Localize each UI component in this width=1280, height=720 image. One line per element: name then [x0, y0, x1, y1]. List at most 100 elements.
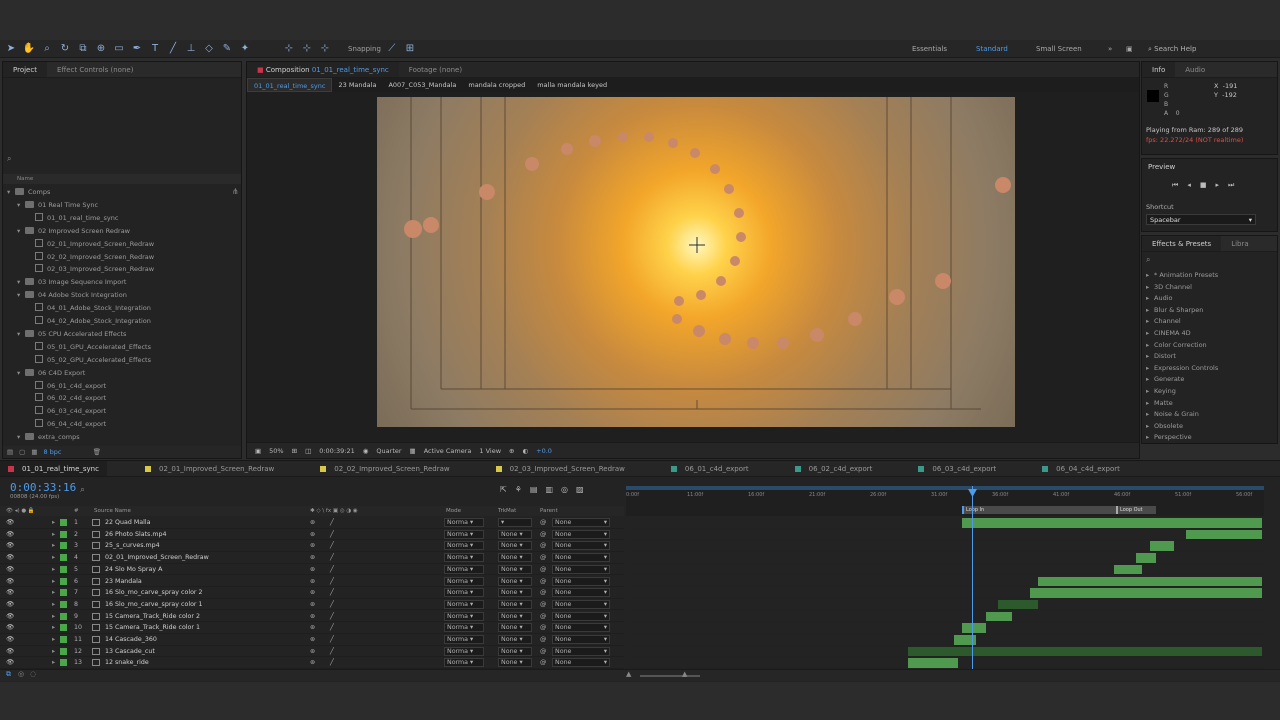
- layer-switch-icon[interactable]: ⊛: [310, 634, 315, 646]
- layer-duration-bar[interactable]: [1038, 576, 1262, 587]
- camera-select[interactable]: Active Camera: [424, 447, 472, 455]
- quality-switch-icon[interactable]: ╱: [330, 634, 334, 646]
- trkmat-select[interactable]: None ▾: [498, 635, 532, 644]
- quality-switch-icon[interactable]: ╱: [330, 611, 334, 623]
- quality-switch-icon[interactable]: ╱: [330, 646, 334, 658]
- layer-row[interactable]: 👁 ▸ 3 25_s_curves.mp4 ⊛ ╱ Norma ▾ None ▾ @ None ▾: [0, 540, 624, 552]
- last-frame-icon[interactable]: ⏭: [1228, 181, 1234, 190]
- zoom-select[interactable]: 50%: [269, 447, 283, 455]
- loop-out-marker[interactable]: Loop Out: [1116, 506, 1156, 514]
- layer-switch-icon[interactable]: ⊛: [310, 646, 315, 658]
- layer-row[interactable]: 👁 ▸ 7 16 Slo_mo_carve_spray color 2 ⊛ ╱ Norma …: [0, 587, 624, 599]
- project-folder[interactable]: ▾ Comps: [7, 186, 50, 199]
- time-ruler[interactable]: 0:00f 11:00f 16:00f 21:00f 26:00f 31:00f 36:00…: [626, 486, 1264, 516]
- tab-effect-controls[interactable]: Effect Controls (none): [47, 62, 143, 77]
- breadcrumb-item[interactable]: 23 Mandala: [332, 78, 382, 92]
- layer-row[interactable]: 👁 ▸ 4 02_01_Improved_Screen_Redraw ⊛ ╱ Norma ▾…: [0, 552, 624, 564]
- project-folder[interactable]: ▾ 03 Image Sequence Import: [17, 276, 126, 289]
- visibility-eye-icon[interactable]: 👁: [6, 517, 14, 529]
- layer-track[interactable]: [626, 540, 1264, 552]
- zoom-tool-icon[interactable]: ⌕: [40, 42, 54, 56]
- project-comp-item[interactable]: 06_04_c4d_export: [27, 418, 106, 431]
- comp-flowchart-icon[interactable]: ⧉: [6, 670, 11, 679]
- pickwhip-icon[interactable]: @: [540, 646, 546, 658]
- timeline-search-icon[interactable]: ⌕: [80, 485, 85, 495]
- shortcut-select[interactable]: Spacebar ▾: [1146, 214, 1256, 225]
- mode-select[interactable]: Norma ▾: [444, 564, 484, 574]
- parent-select[interactable]: None ▾: [552, 658, 610, 668]
- always-preview-icon[interactable]: ▣: [255, 447, 261, 455]
- expand-triangle-icon[interactable]: ▸: [52, 611, 55, 623]
- visibility-eye-icon[interactable]: 👁: [6, 622, 14, 634]
- pickwhip-icon[interactable]: @: [540, 564, 546, 576]
- label-color-swatch[interactable]: [60, 647, 67, 655]
- workspace-standard[interactable]: Standard: [976, 40, 1008, 58]
- rectangle-tool-icon[interactable]: ▭: [112, 42, 126, 56]
- project-comp-item[interactable]: 06_02_c4d_export: [27, 392, 106, 405]
- expand-triangle-icon[interactable]: ▸: [52, 564, 55, 576]
- expand-triangle-icon[interactable]: ▾: [17, 431, 25, 444]
- layer-switch-icon[interactable]: ⊛: [310, 611, 315, 623]
- brush-tool-icon[interactable]: ╱: [166, 42, 180, 56]
- project-comp-item[interactable]: 05_02_GPU_Accelerated_Effects: [27, 354, 151, 367]
- quality-switch-icon[interactable]: ╱: [330, 529, 334, 541]
- mode-select[interactable]: Norma ▾: [444, 541, 484, 551]
- layer-duration-bar[interactable]: [1030, 588, 1262, 598]
- layer-name[interactable]: 22 Quad Malla: [105, 517, 150, 529]
- mode-select[interactable]: Norma ▾: [444, 588, 484, 598]
- parent-select[interactable]: None ▾: [552, 646, 610, 656]
- pickwhip-icon[interactable]: @: [540, 611, 546, 623]
- project-comp-item[interactable]: 02_02_Improved_Screen_Redraw: [27, 251, 154, 264]
- quality-switch-icon[interactable]: ╱: [330, 552, 334, 564]
- playhead[interactable]: [972, 486, 973, 669]
- trkmat-select[interactable]: None ▾: [498, 588, 532, 598]
- layer-name[interactable]: 16 Slo_mo_carve_spray color 1: [105, 599, 203, 611]
- layer-track[interactable]: [626, 529, 1264, 541]
- mode-select[interactable]: Norma ▾: [444, 518, 484, 527]
- timeline-tab[interactable]: 06_04_c4d_export: [1034, 461, 1128, 476]
- timeline-tab[interactable]: 06_02_c4d_export: [787, 461, 881, 476]
- trkmat-select[interactable]: None ▾: [498, 611, 532, 621]
- expand-triangle-icon[interactable]: ▾: [17, 225, 25, 238]
- prev-frame-icon[interactable]: ◂: [1187, 181, 1191, 190]
- trkmat-select[interactable]: ▾: [498, 518, 532, 527]
- trkmat-select[interactable]: None ▾: [498, 564, 532, 574]
- label-color-swatch[interactable]: [60, 600, 67, 608]
- parent-select[interactable]: None ▾: [552, 518, 610, 527]
- layer-switch-icon[interactable]: ⊛: [310, 587, 315, 599]
- layer-track[interactable]: [626, 622, 1264, 634]
- exposure-value[interactable]: +0.0: [536, 447, 552, 455]
- label-color-swatch[interactable]: [60, 577, 67, 585]
- mode-select[interactable]: Norma ▾: [444, 635, 484, 644]
- snapping-label[interactable]: Snapping: [348, 45, 381, 53]
- mode-select[interactable]: Norma ▾: [444, 576, 484, 586]
- quality-switch-icon[interactable]: ╱: [330, 576, 334, 588]
- layer-name[interactable]: 24 Slo Mo Spray A: [105, 564, 162, 576]
- layer-switch-icon[interactable]: ⊛: [310, 657, 315, 669]
- new-comp-icon[interactable]: ▦: [31, 446, 37, 458]
- expand-triangle-icon[interactable]: ▾: [17, 276, 25, 289]
- layer-switch-icon[interactable]: ⊛: [310, 622, 315, 634]
- layer-switch-icon[interactable]: ⊛: [310, 517, 315, 529]
- timeline-tab[interactable]: 06_01_c4d_export: [663, 461, 757, 476]
- current-time-display[interactable]: 0:00:39:21: [319, 447, 355, 455]
- puppet-tool-icon[interactable]: ✦: [238, 42, 252, 56]
- interpret-footage-icon[interactable]: ▤: [7, 446, 13, 458]
- region-of-interest-icon[interactable]: ▦: [410, 447, 416, 455]
- axis-world-icon[interactable]: ⊹: [300, 42, 314, 56]
- layer-track[interactable]: [626, 552, 1264, 564]
- effects-search[interactable]: ⌕: [1146, 255, 1150, 265]
- project-folder[interactable]: ▾ 01 Real Time Sync: [17, 199, 98, 212]
- trkmat-select[interactable]: None ▾: [498, 658, 532, 668]
- pickwhip-icon[interactable]: @: [540, 587, 546, 599]
- timeline-tab[interactable]: 01_01_real_time_sync: [0, 461, 107, 476]
- visibility-eye-icon[interactable]: 👁: [6, 540, 14, 552]
- layer-row[interactable]: 👁 ▸ 6 23 Mandala ⊛ ╱ Norma ▾ None ▾ @ None ▾: [0, 576, 624, 588]
- label-color-swatch[interactable]: [60, 519, 67, 526]
- tab-composition[interactable]: ■ Composition 01_01_real_time_sync: [247, 62, 399, 77]
- layer-row[interactable]: 👁 ▸ 2 26 Photo Slats.mp4 ⊛ ╱ Norma ▾ None ▾ @ Non…: [0, 529, 624, 541]
- trkmat-select[interactable]: None ▾: [498, 541, 532, 551]
- parent-select[interactable]: None ▾: [552, 588, 610, 598]
- project-search[interactable]: ⌕: [7, 154, 239, 166]
- snapping-options-icon[interactable]: ⊞: [403, 42, 417, 56]
